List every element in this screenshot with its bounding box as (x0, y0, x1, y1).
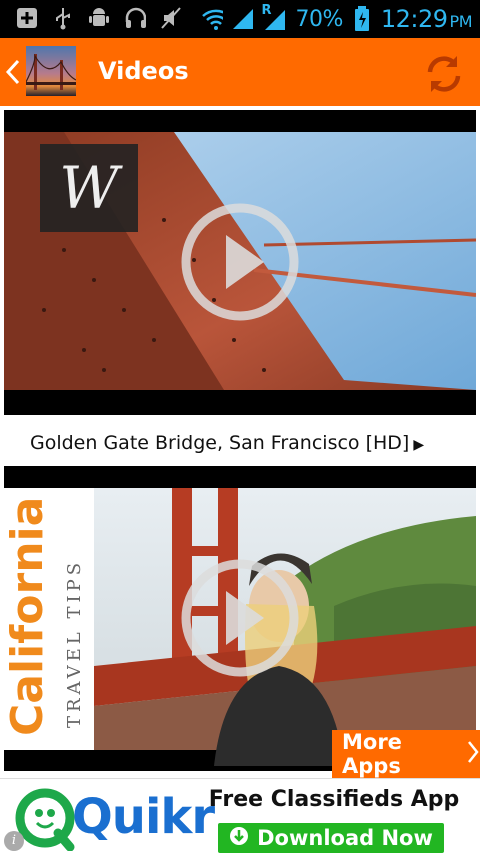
action-bar: Videos (0, 38, 480, 106)
clock: 12:29 PM (380, 5, 473, 33)
chevron-right-icon (466, 739, 480, 770)
add-icon (16, 6, 38, 30)
thumbnail-subtitle: TRAVEL TIPS (64, 559, 85, 728)
play-icon[interactable] (180, 558, 300, 678)
battery-charging-icon (351, 6, 373, 31)
chevron-left-icon[interactable] (4, 58, 22, 86)
roaming-signal-icon: R (261, 3, 287, 31)
more-apps-label: More Apps (342, 730, 402, 778)
roaming-indicator: R (261, 3, 272, 18)
system-status: R 70% 12:29 PM (201, 3, 473, 34)
headphones-icon (124, 6, 146, 30)
video-thumbnail[interactable]: California TRAVEL TIPS (4, 466, 476, 771)
video-title-text: Golden Gate Bridge, San Francisco [HD] (30, 432, 410, 454)
play-arrow-icon: ▶ (413, 437, 425, 453)
usb-icon (52, 6, 74, 30)
download-now-button[interactable]: Download Now (218, 823, 444, 853)
list-item[interactable]: W Golden Gate Bridge, San Francisco [HD]… (4, 110, 476, 466)
clock-time: 12:29 (380, 5, 448, 33)
quikr-logo: Quikr (12, 785, 215, 852)
play-icon[interactable] (180, 202, 300, 322)
wifi-icon (201, 7, 224, 31)
video-title[interactable]: Golden Gate Bridge, San Francisco [HD] ▶ (30, 432, 424, 454)
more-apps-button[interactable]: More Apps (332, 730, 480, 778)
ad-brand: Quikr (72, 789, 215, 845)
download-now-label: Download Now (257, 826, 433, 850)
thumbnail-logo: California (4, 497, 53, 736)
ad-info-icon[interactable]: i (4, 831, 24, 851)
refresh-icon[interactable] (422, 52, 466, 96)
battery-percent: 70% (295, 6, 343, 32)
mute-icon (160, 6, 182, 30)
app-logo[interactable] (26, 46, 76, 96)
status-bar: R 70% 12:29 PM (0, 0, 480, 38)
page-title: Videos (98, 57, 189, 85)
video-list[interactable]: W Golden Gate Bridge, San Francisco [HD]… (0, 106, 480, 778)
signal-icon (231, 7, 254, 31)
ad-headline: Free Classifieds App (208, 787, 460, 812)
ad-banner[interactable]: Quikr Free Classifieds App Download Now … (0, 778, 480, 854)
clock-ampm: PM (449, 12, 473, 31)
download-icon (229, 826, 249, 851)
thumbnail-logo: W (59, 154, 123, 222)
notification-icons (16, 6, 182, 30)
video-thumbnail[interactable]: W (4, 110, 476, 415)
android-icon (88, 6, 110, 30)
